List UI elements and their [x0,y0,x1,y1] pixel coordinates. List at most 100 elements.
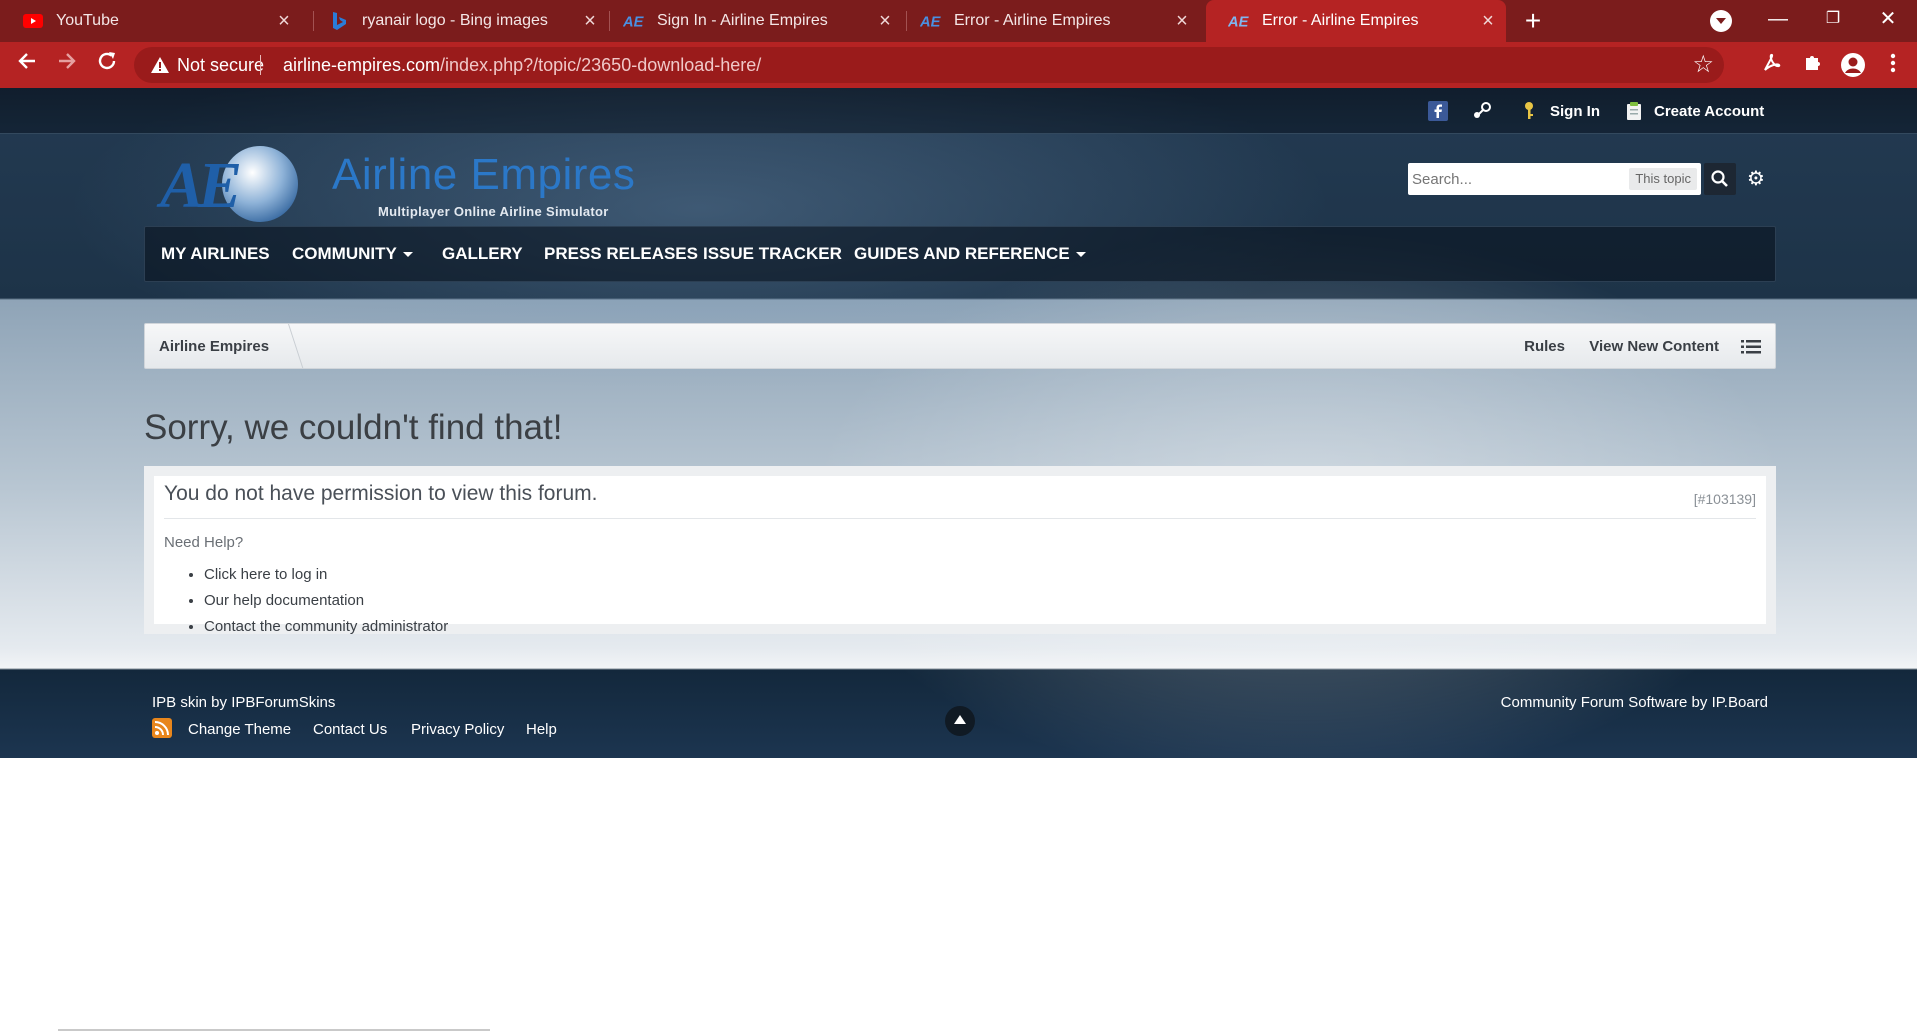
activity-list-icon[interactable] [1741,339,1761,355]
main-navigation: MY AIRLINES COMMUNITY GALLERY PRESS RELE… [144,226,1776,282]
back-to-top-arrow-icon[interactable] [945,706,975,736]
tab-title: Sign In - Airline Empires [657,12,828,29]
user-bar: Sign In Create Account [0,88,1917,134]
nav-label: GUIDES AND REFERENCE [854,244,1070,263]
breadcrumb-home-link[interactable]: Airline Empires [159,338,269,355]
divider [164,518,1756,519]
minimize-button[interactable]: — [1749,0,1807,42]
new-tab-button[interactable]: + [1516,4,1550,38]
logo-mark: AE [160,149,242,222]
tab-sign-in[interactable]: AE Sign In - Airline Empires × [601,0,903,42]
footer: IPB skin by IPBForumSkins Change Theme C… [0,682,1917,758]
site-logo[interactable]: AE Airline Empires Multiplayer Online Ai… [160,142,650,224]
close-window-button[interactable]: ✕ [1859,0,1917,42]
svg-text:AE: AE [920,15,942,31]
nav-gallery[interactable]: GALLERY [442,244,523,264]
steam-icon[interactable] [1471,100,1493,122]
tab-bing[interactable]: ryanair logo - Bing images × [306,0,608,42]
reload-icon[interactable] [92,50,122,80]
address-bar[interactable]: Not secure airline-empires.com/index.php… [134,47,1724,83]
tab-title: ryanair logo - Bing images [362,12,548,29]
logo-tagline: Multiplayer Online Airline Simulator [378,204,609,219]
caret-down-icon [402,252,413,258]
forum-page: Sign In Create Account AE Airline Empire… [0,88,1917,758]
url-path: /index.php?/topic/23650-download-here/ [440,55,762,75]
rules-link[interactable]: Rules [1524,338,1565,355]
logo-name: Airline Empires [332,150,636,199]
breadcrumb: Airline Empires Rules View New Content [144,323,1776,369]
need-help-heading: Need Help? [164,534,244,551]
nav-press-releases[interactable]: PRESS RELEASES [544,244,698,264]
privacy-policy-link[interactable]: Privacy Policy [411,721,504,738]
nav-label: GALLERY [442,244,523,263]
nav-label: MY AIRLINES [161,244,270,263]
tab-error[interactable]: AE Error - Airline Empires × [898,0,1200,42]
contact-us-link[interactable]: Contact Us [313,721,387,738]
help-links-list: Click here to log in Our help documentat… [204,562,448,640]
url-text[interactable]: airline-empires.com/index.php?/topic/236… [283,55,761,76]
caret-down-icon [1075,252,1086,258]
breadcrumb-separator [275,324,304,368]
bookmark-star-icon[interactable]: ☆ [1692,51,1714,79]
create-account-link[interactable]: Create Account [1626,100,1764,122]
help-link[interactable]: Help [526,721,557,738]
help-documentation-link[interactable]: Our help documentation [204,588,448,614]
error-message: You do not have permission to view this … [164,482,598,505]
tab-error-active[interactable]: AE Error - Airline Empires × [1206,0,1506,42]
tab-close-button[interactable]: × [1164,10,1200,33]
sign-in-link[interactable]: Sign In [1522,100,1600,122]
browser-menu-icon[interactable] [1880,52,1906,78]
search-settings-gear-icon[interactable]: ⚙ [1744,167,1768,191]
bing-icon [328,10,350,32]
tab-youtube[interactable]: YouTube × [0,0,302,42]
browser-toolbar: Not secure airline-empires.com/index.php… [0,42,1917,88]
back-icon[interactable] [12,50,42,80]
nav-label: ISSUE TRACKER [703,244,842,263]
nav-guides-and-reference[interactable]: GUIDES AND REFERENCE [854,244,1086,264]
skin-credit[interactable]: IPB skin by IPBForumSkins [152,694,335,711]
nav-community[interactable]: COMMUNITY [292,244,413,264]
url-host: airline-empires.com [283,55,441,75]
error-code: [#103139] [1693,491,1756,507]
tab-close-button[interactable]: × [1470,10,1506,33]
security-label[interactable]: Not secure [177,55,264,76]
browser-tabstrip: YouTube × ryanair logo - Bing images × A… [0,0,1917,42]
login-link[interactable]: Click here to log in [204,562,448,588]
tab-title: Error - Airline Empires [954,12,1111,29]
search-box: This topic [1408,163,1701,195]
contact-admin-link[interactable]: Contact the community administrator [204,614,448,640]
svg-text:AE: AE [623,15,645,31]
facebook-icon[interactable] [1428,100,1448,122]
error-box: You do not have permission to view this … [144,466,1776,635]
page-title: Sorry, we couldn't find that! [144,408,563,447]
rss-icon[interactable] [152,718,172,738]
restore-button[interactable]: ❐ [1804,0,1862,42]
tab-title: Error - Airline Empires [1262,12,1419,29]
software-credit[interactable]: Community Forum Software by IP.Board [1501,694,1768,711]
nav-my-airlines[interactable]: MY AIRLINES [161,244,270,264]
svg-text:AE: AE [1228,15,1250,31]
extensions-puzzle-icon[interactable] [1800,52,1826,78]
search-scope[interactable]: This topic [1629,168,1697,190]
ae-favicon-icon: AE [1228,10,1250,32]
profile-avatar-icon[interactable] [1840,52,1866,78]
forward-icon[interactable] [52,50,82,80]
nav-issue-tracker[interactable]: ISSUE TRACKER [703,244,842,264]
tab-close-button[interactable]: × [266,10,302,33]
nav-label: PRESS RELEASES [544,244,698,263]
change-theme-link[interactable]: Change Theme [188,721,291,738]
ae-favicon-icon: AE [920,10,942,32]
search-input[interactable] [1412,167,1612,191]
search-button[interactable] [1704,163,1736,195]
sign-in-label: Sign In [1550,102,1600,120]
pdf-extension-icon[interactable] [1759,52,1785,78]
search-icon [1711,170,1728,187]
ae-favicon-icon: AE [623,10,645,32]
youtube-icon [22,10,44,32]
tab-search-icon[interactable] [1710,10,1732,32]
address-divider [260,55,261,75]
warning-icon[interactable] [150,55,170,75]
key-icon [1522,101,1542,121]
clipboard-icon [1626,101,1646,121]
view-new-content-link[interactable]: View New Content [1589,338,1719,355]
